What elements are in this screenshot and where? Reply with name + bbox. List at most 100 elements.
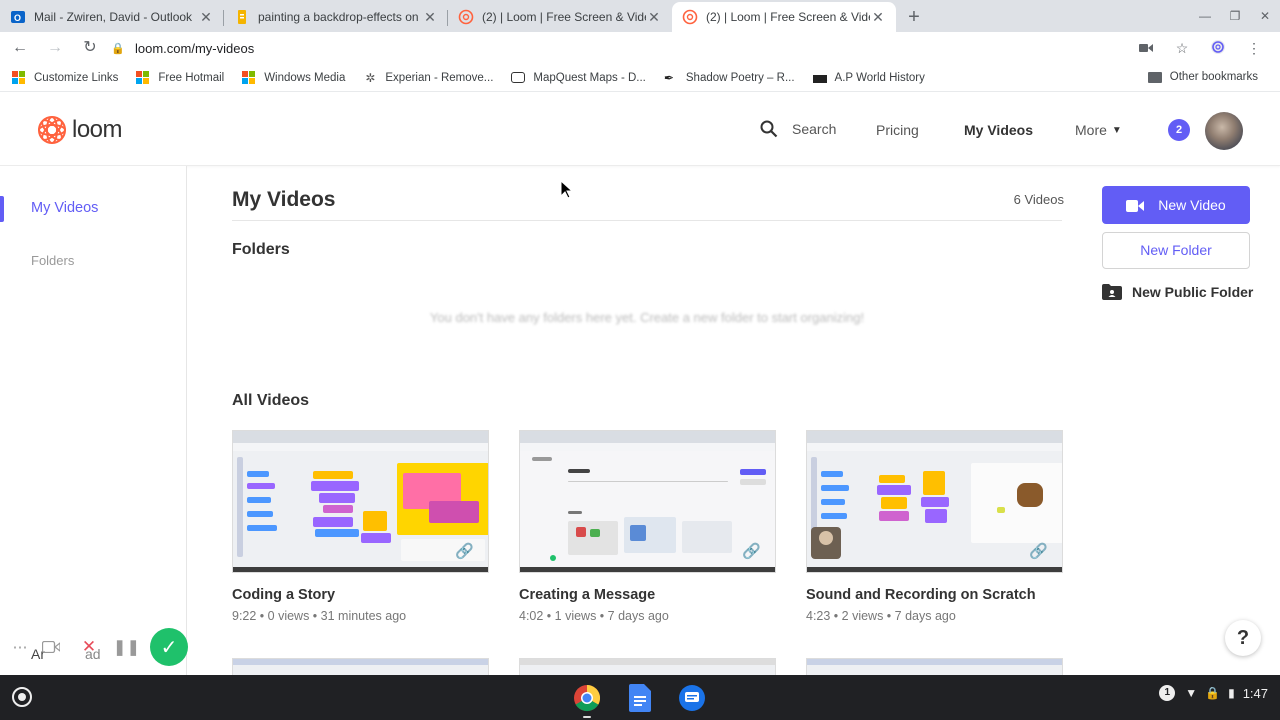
bookmark-item[interactable]: Windows Media: [242, 70, 346, 85]
docs-icon[interactable]: [625, 683, 655, 713]
video-title[interactable]: Coding a Story: [232, 587, 489, 603]
tab-loom-1[interactable]: (2) | Loom | Free Screen & Video Recordi…: [448, 2, 672, 32]
address-bar[interactable]: 🔒 loom.com/my-videos: [111, 34, 1128, 62]
bookmark-label: A.P World History: [834, 71, 925, 84]
window-controls: — ❐ ✕: [1190, 0, 1280, 32]
folders-empty-message: You don't have any folders here yet. Cre…: [429, 310, 865, 325]
bookmarks-bar: Customize Links Free Hotmail Windows Med…: [0, 64, 1280, 92]
tab-title: (2) | Loom | Free Screen & Video Recordi…: [706, 10, 870, 24]
nav-pricing[interactable]: Pricing: [876, 122, 919, 138]
minimize-icon[interactable]: —: [1190, 0, 1220, 32]
back-icon[interactable]: ←: [5, 33, 35, 63]
notification-badge[interactable]: 2: [1168, 119, 1190, 141]
quill-icon: ✒: [663, 70, 674, 85]
bookmark-item[interactable]: MapQuest Maps - D...: [511, 71, 646, 84]
loom-header: loom Search Pricing My Videos More ▼ 2: [0, 92, 1280, 166]
more-options-icon[interactable]: ⋯: [8, 628, 32, 666]
reload-icon[interactable]: ↻: [75, 33, 105, 63]
bookmark-item[interactable]: ✒ Shadow Poetry – R...: [664, 71, 795, 85]
checkmark-icon: ✓: [160, 636, 178, 659]
wifi-icon: ▼: [1185, 686, 1198, 700]
close-icon[interactable]: ✕: [422, 9, 438, 25]
search-label: Search: [792, 121, 837, 137]
tab-loom-2[interactable]: (2) | Loom | Free Screen & Video Recordi…: [672, 2, 896, 32]
sidebar-item-folders[interactable]: Folders: [31, 253, 74, 268]
all-videos-heading: All Videos: [232, 392, 310, 409]
video-card-peek[interactable]: [232, 658, 489, 676]
camera-icon[interactable]: [1128, 40, 1164, 56]
forward-icon[interactable]: →: [40, 33, 70, 63]
loom-logo-icon: [38, 116, 66, 144]
new-public-folder-label: New Public Folder: [1132, 284, 1254, 300]
search-link[interactable]: Search: [760, 120, 836, 138]
windows-icon: [242, 70, 256, 85]
link-icon[interactable]: 🔗: [742, 542, 761, 560]
video-card-peek[interactable]: [806, 658, 1063, 676]
video-meta: 4:02 • 1 views • 7 days ago: [519, 609, 669, 623]
nav-more[interactable]: More ▼: [1075, 122, 1122, 138]
bookmark-item[interactable]: Free Hotmail: [136, 70, 224, 85]
loom-logo[interactable]: loom: [36, 114, 123, 146]
battery-icon: ▮: [1228, 686, 1235, 700]
logo-text: loom: [72, 116, 123, 143]
active-indicator: [0, 196, 4, 222]
bookmark-item[interactable]: A.P World History: [812, 71, 925, 84]
video-card[interactable]: 🔗 Creating a Message 4:02 • 1 views • 7 …: [519, 430, 776, 623]
bookmark-icon: [812, 75, 827, 83]
browser-tab-strip: O Mail - Zwiren, David - Outlook ✕ paint…: [0, 0, 1280, 32]
launcher-icon[interactable]: [12, 687, 32, 707]
video-thumbnail[interactable]: 🔗: [232, 430, 489, 573]
video-card-peek[interactable]: [519, 658, 776, 676]
link-icon[interactable]: 🔗: [455, 542, 474, 560]
system-tray[interactable]: 1 ▼ 🔒 ▮ 1:47: [1159, 685, 1268, 701]
close-window-icon[interactable]: ✕: [1250, 0, 1280, 32]
avatar[interactable]: [1205, 112, 1243, 150]
video-meta: 9:22 • 0 views • 31 minutes ago: [232, 609, 407, 623]
url-text: loom.com/my-videos: [135, 40, 255, 56]
video-title[interactable]: Sound and Recording on Scratch: [806, 587, 1063, 603]
link-icon[interactable]: 🔗: [1029, 542, 1048, 560]
mapquest-icon: [511, 72, 526, 83]
new-video-label: New Video: [1158, 197, 1226, 213]
svg-text:O: O: [14, 13, 21, 23]
folders-heading: Folders: [232, 241, 290, 258]
video-thumbnail[interactable]: 🔗: [519, 430, 776, 573]
video-thumbnail[interactable]: 🔗: [806, 430, 1063, 573]
new-folder-button[interactable]: New Folder: [1102, 232, 1250, 269]
loom-extension-icon[interactable]: [1200, 39, 1236, 58]
mouse-cursor-icon: [560, 180, 574, 199]
tab-scratch-doc[interactable]: painting a backdrop-effects on Scratch ✕: [224, 2, 448, 32]
finish-recording-button[interactable]: ✓: [150, 628, 188, 666]
new-tab-button[interactable]: +: [900, 4, 928, 32]
video-card[interactable]: 🔗 Coding a Story 9:22 • 0 views • 31 min…: [232, 430, 489, 623]
bookmark-item[interactable]: Customize Links: [12, 70, 118, 85]
chrome-icon[interactable]: [572, 683, 602, 718]
sidebar: My Videos Folders: [0, 166, 187, 675]
windows-icon: [12, 70, 26, 85]
nav-my-videos[interactable]: My Videos: [964, 122, 1033, 138]
close-icon[interactable]: ✕: [646, 9, 662, 25]
bookmark-star-icon[interactable]: ☆: [1164, 40, 1200, 57]
other-bookmarks[interactable]: Other bookmarks: [1147, 71, 1258, 83]
camera-toggle-icon[interactable]: [32, 628, 70, 666]
pause-icon[interactable]: ❚❚: [108, 628, 146, 666]
new-public-folder-button[interactable]: New Public Folder: [1102, 282, 1253, 302]
help-button[interactable]: ?: [1225, 620, 1261, 656]
video-count: 6 Videos: [1013, 192, 1064, 207]
close-icon[interactable]: ✕: [198, 9, 214, 25]
tab-title: (2) | Loom | Free Screen & Video Recordi…: [482, 10, 646, 24]
sidebar-item-my-videos[interactable]: My Videos: [31, 200, 98, 216]
bookmark-label: Windows Media: [264, 71, 346, 84]
bookmark-item[interactable]: ✲ Experian - Remove...: [363, 71, 493, 85]
clock: 1:47: [1242, 685, 1268, 701]
menu-icon[interactable]: ⋮: [1236, 40, 1272, 57]
tab-outlook[interactable]: O Mail - Zwiren, David - Outlook ✕: [0, 2, 224, 32]
new-video-button[interactable]: New Video: [1102, 186, 1250, 224]
bookmark-label: MapQuest Maps - D...: [533, 71, 646, 84]
video-title[interactable]: Creating a Message: [519, 587, 776, 603]
maximize-icon[interactable]: ❐: [1220, 0, 1250, 32]
messages-icon[interactable]: [677, 683, 707, 713]
cancel-recording-icon[interactable]: ✕: [70, 628, 108, 666]
close-icon[interactable]: ✕: [870, 9, 886, 25]
video-card[interactable]: 🔗 Sound and Recording on Scratch 4:23 • …: [806, 430, 1063, 623]
